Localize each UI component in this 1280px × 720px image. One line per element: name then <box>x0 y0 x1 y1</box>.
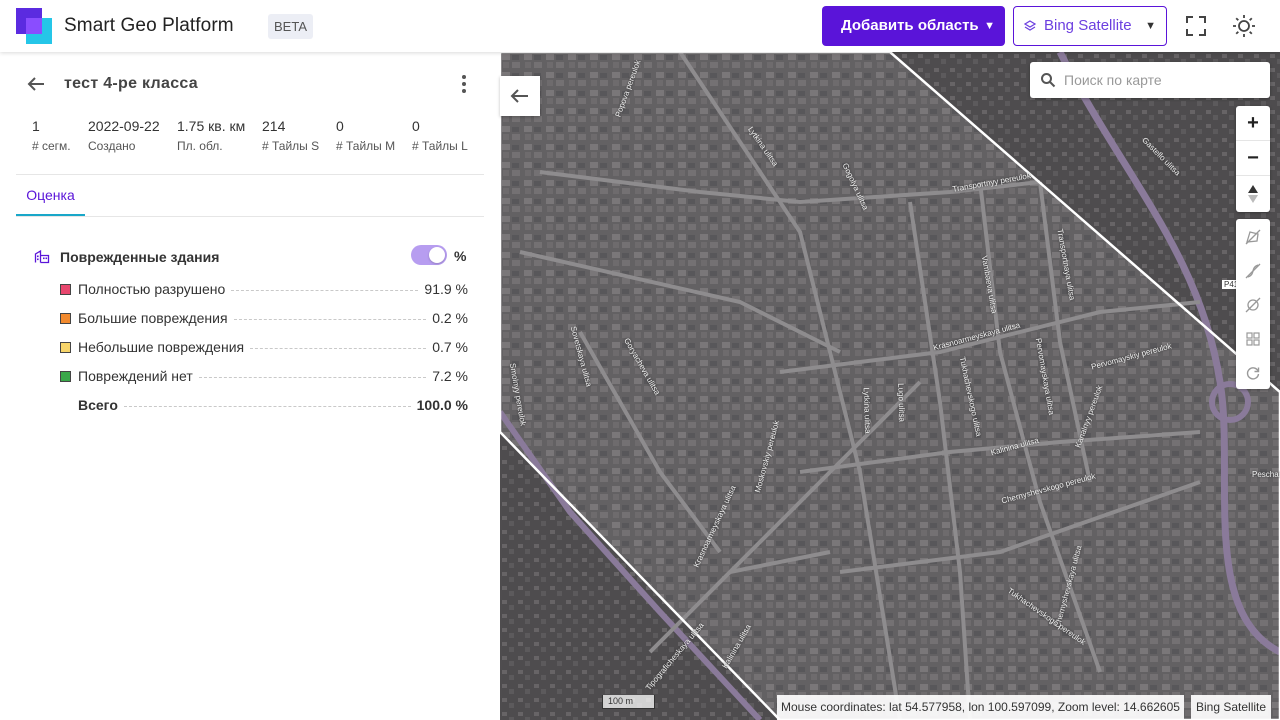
buildings-icon <box>34 249 50 264</box>
damage-class-name: Полностью разрушено <box>78 281 226 297</box>
tab-assessment[interactable]: Оценка <box>16 176 85 216</box>
divider <box>16 174 484 175</box>
damage-class-name: Повреждений нет <box>78 368 193 384</box>
street-label: Peschanaya <box>1252 470 1280 479</box>
map-attribution: Bing Satellite <box>1191 695 1272 720</box>
street-label: Lugo ulitsa <box>896 383 907 422</box>
stat-tiles-s: 214 # Тайлы S <box>262 118 320 153</box>
toggle-knob <box>429 247 445 263</box>
project-panel: тест 4-ре класса 1 # сегм. 2022-09-22 Созд… <box>0 52 500 720</box>
zoom-in-icon[interactable]: + <box>1236 106 1270 141</box>
color-swatch <box>60 283 71 295</box>
leader-dots <box>233 318 427 320</box>
street-label: Lytkina ulitsa <box>861 387 873 434</box>
draw-line-disabled-icon[interactable] <box>1236 254 1270 288</box>
damage-class-row: Повреждений нет 7.2 % <box>60 367 468 385</box>
search-icon <box>1041 73 1056 88</box>
basemap-label: Bing Satellite <box>1044 17 1132 34</box>
color-swatch <box>60 312 71 324</box>
basemap-select[interactable]: Bing Satellite ▼ <box>1013 6 1167 46</box>
more-vert-icon[interactable] <box>454 72 474 96</box>
map-tools <box>1236 219 1270 389</box>
damage-layer-toggle[interactable] <box>411 245 447 265</box>
zoom-out-icon[interactable]: − <box>1236 141 1270 176</box>
damage-class-name: Большие повреждения <box>78 310 228 326</box>
arrow-left-icon <box>510 89 528 103</box>
damage-total-row: Всего 100.0 % <box>60 396 468 414</box>
map-scale-bar: 100 m <box>602 695 655 709</box>
unit-label: % <box>454 248 467 264</box>
damage-class-value: 7.2 % <box>432 368 468 384</box>
stat-tiles-l: 0 # Тайлы L <box>412 118 468 153</box>
add-area-button[interactable]: Добавить область ▼ <box>822 6 1005 46</box>
map-view[interactable]: Popova pereulok Lytkina ulitsa Gogolya u… <box>500 52 1280 720</box>
beta-badge: BETA <box>268 14 313 39</box>
divider <box>16 216 484 217</box>
app-header: Smart Geo Platform BETA Добавить область… <box>0 0 1280 52</box>
draw-polygon-disabled-icon[interactable] <box>1236 220 1270 254</box>
damage-class-value: 91.9 % <box>424 281 468 297</box>
leader-dots <box>231 289 419 291</box>
color-swatch <box>60 341 71 353</box>
damage-class-value: 0.7 % <box>432 339 468 355</box>
damage-class-row: Большие повреждения 0.2 % <box>60 309 468 327</box>
compass-icon[interactable] <box>1236 176 1270 211</box>
damage-class-name: Небольшие повреждения <box>78 339 245 355</box>
stat-area: 1.75 кв. км Пл. обл. <box>177 118 246 153</box>
map-search <box>1030 62 1270 98</box>
theme-sun-icon[interactable] <box>1232 14 1256 38</box>
fullscreen-icon[interactable] <box>1184 14 1208 38</box>
damage-class-row: Небольшие повреждения 0.7 % <box>60 338 468 356</box>
add-area-label: Добавить область <box>841 17 979 34</box>
grid-icon[interactable] <box>1236 322 1270 356</box>
project-title: тест 4-ре класса <box>64 75 199 92</box>
zoom-controls: + − <box>1236 106 1270 212</box>
damage-class-value: 0.2 % <box>432 310 468 326</box>
mouse-coordinates: Mouse coordinates: lat 54.577958, lon 10… <box>777 695 1184 720</box>
stat-created: 2022-09-22 Создано <box>88 118 160 153</box>
damage-class-row: Полностью разрушено 91.9 % <box>60 280 468 298</box>
map-search-input[interactable] <box>1064 62 1264 98</box>
color-swatch <box>60 370 71 382</box>
draw-point-disabled-icon[interactable] <box>1236 288 1270 322</box>
chevron-down-icon: ▼ <box>984 20 995 32</box>
stat-segments: 1 # сегм. <box>32 118 71 153</box>
app-logo[interactable] <box>16 8 52 44</box>
leader-dots <box>123 405 411 407</box>
layers-icon <box>1024 20 1036 31</box>
app-title: Smart Geo Platform <box>64 15 234 36</box>
leader-dots <box>198 376 427 378</box>
damage-total-value: 100.0 % <box>416 397 468 413</box>
damage-total-name: Всего <box>78 397 118 413</box>
chevron-down-icon: ▼ <box>1145 20 1156 32</box>
refresh-icon[interactable] <box>1236 356 1270 390</box>
leader-dots <box>250 347 427 349</box>
arrow-left-icon[interactable] <box>24 72 48 96</box>
collapse-panel-button[interactable] <box>500 76 540 116</box>
damaged-buildings-title: Поврежденные здания <box>60 249 220 265</box>
stat-tiles-m: 0 # Тайлы M <box>336 118 396 153</box>
